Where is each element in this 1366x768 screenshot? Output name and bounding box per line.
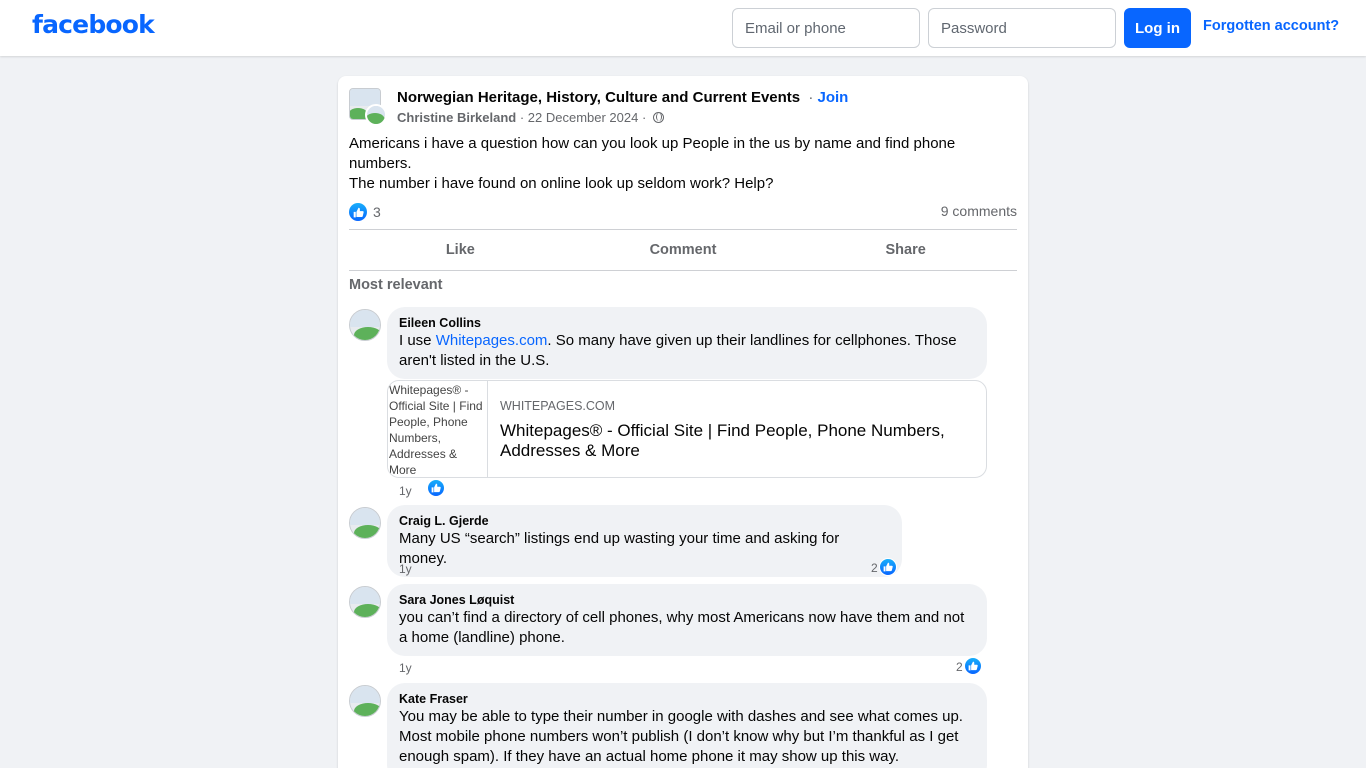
share-button[interactable]: Share	[794, 230, 1017, 270]
link-preview-domain: WHITEPAGES.COM	[500, 399, 616, 413]
comment-author[interactable]: Kate Fraser	[399, 691, 975, 707]
comment-author[interactable]: Eileen Collins	[399, 315, 975, 331]
post-meta: Christine Birkeland · 22 December 2024 ·	[397, 110, 664, 125]
comment-bubble: Kate Fraser You may be able to type thei…	[387, 683, 987, 768]
comment-text: you can’t find a directory of cell phone…	[399, 609, 965, 646]
comment-text: You may be able to type their number in …	[399, 708, 963, 765]
comment-like-count[interactable]: 2	[956, 660, 963, 674]
comment-link[interactable]: Whitepages.com	[436, 332, 548, 349]
link-preview-card[interactable]: Whitepages® - Official Site | Find Peopl…	[387, 380, 987, 478]
link-preview-title: Whitepages® - Official Site | Find Peopl…	[500, 421, 945, 460]
like-button[interactable]: Like	[349, 230, 572, 270]
comment-bubble: Sara Jones Løquist you can’t find a dire…	[387, 584, 987, 656]
post-body-line: The number i have found on online look u…	[349, 175, 774, 192]
facebook-logo[interactable]: facebook	[32, 10, 155, 39]
password-field[interactable]	[928, 8, 1116, 48]
post-header: Norwegian Heritage, History, Culture and…	[397, 89, 848, 106]
post-actions: Like Comment Share	[349, 230, 1017, 270]
comment-count[interactable]: 9 comments	[941, 203, 1017, 219]
reaction-count: 3	[373, 204, 381, 220]
thumbs-up-icon	[964, 657, 982, 675]
comment-bubble: Craig L. Gjerde Many US “search” listing…	[387, 505, 902, 577]
login-button[interactable]: Log in	[1124, 8, 1191, 48]
join-group-link[interactable]: Join	[817, 89, 848, 106]
commenter-avatar[interactable]	[349, 309, 381, 341]
thumbs-up-icon	[879, 558, 897, 576]
post-author-link[interactable]: Christine Birkeland	[397, 110, 516, 125]
comment-timestamp[interactable]: 1y	[399, 484, 412, 498]
thumbs-up-icon	[349, 203, 367, 221]
forgot-account-link[interactable]: Forgotten account?	[1203, 18, 1339, 34]
post-avatar[interactable]	[349, 88, 387, 126]
post-body-line: Americans i have a question how can you …	[349, 135, 956, 172]
commenter-avatar[interactable]	[349, 685, 381, 717]
comment-button[interactable]: Comment	[572, 230, 795, 270]
commenter-avatar[interactable]	[349, 586, 381, 618]
comment-bubble: Eileen Collins I use Whitepages.com. So …	[387, 307, 987, 379]
comment-author[interactable]: Sara Jones Løquist	[399, 592, 975, 608]
post-date[interactable]: · 22 December 2024 ·	[520, 110, 646, 125]
author-avatar[interactable]	[365, 104, 387, 126]
join-separator: ·	[808, 89, 814, 106]
group-name-link[interactable]: Norwegian Heritage, History, Culture and…	[397, 89, 800, 106]
link-preview-image: Whitepages® - Official Site | Find Peopl…	[388, 381, 488, 477]
comment-text: I use Whitepages.com. So many have given…	[399, 332, 957, 369]
comment-author[interactable]: Craig L. Gjerde	[399, 513, 890, 529]
divider	[349, 270, 1017, 271]
reaction-summary[interactable]: 3	[349, 202, 381, 222]
comment-timestamp[interactable]: 1y	[399, 661, 412, 675]
thumbs-up-icon	[427, 479, 445, 497]
email-field[interactable]	[732, 8, 920, 48]
globe-icon	[652, 112, 664, 123]
comment-text: Many US “search” listings end up wasting…	[399, 530, 840, 567]
top-bar: facebook Log in Forgotten account?	[0, 0, 1366, 56]
comment-sort-dropdown[interactable]: Most relevant	[349, 277, 442, 293]
post-card: Norwegian Heritage, History, Culture and…	[338, 76, 1028, 768]
comment-like-count[interactable]: 2	[871, 561, 878, 575]
commenter-avatar[interactable]	[349, 507, 381, 539]
post-body: Americans i have a question how can you …	[349, 134, 1009, 194]
comment-timestamp[interactable]: 1y	[399, 562, 412, 576]
